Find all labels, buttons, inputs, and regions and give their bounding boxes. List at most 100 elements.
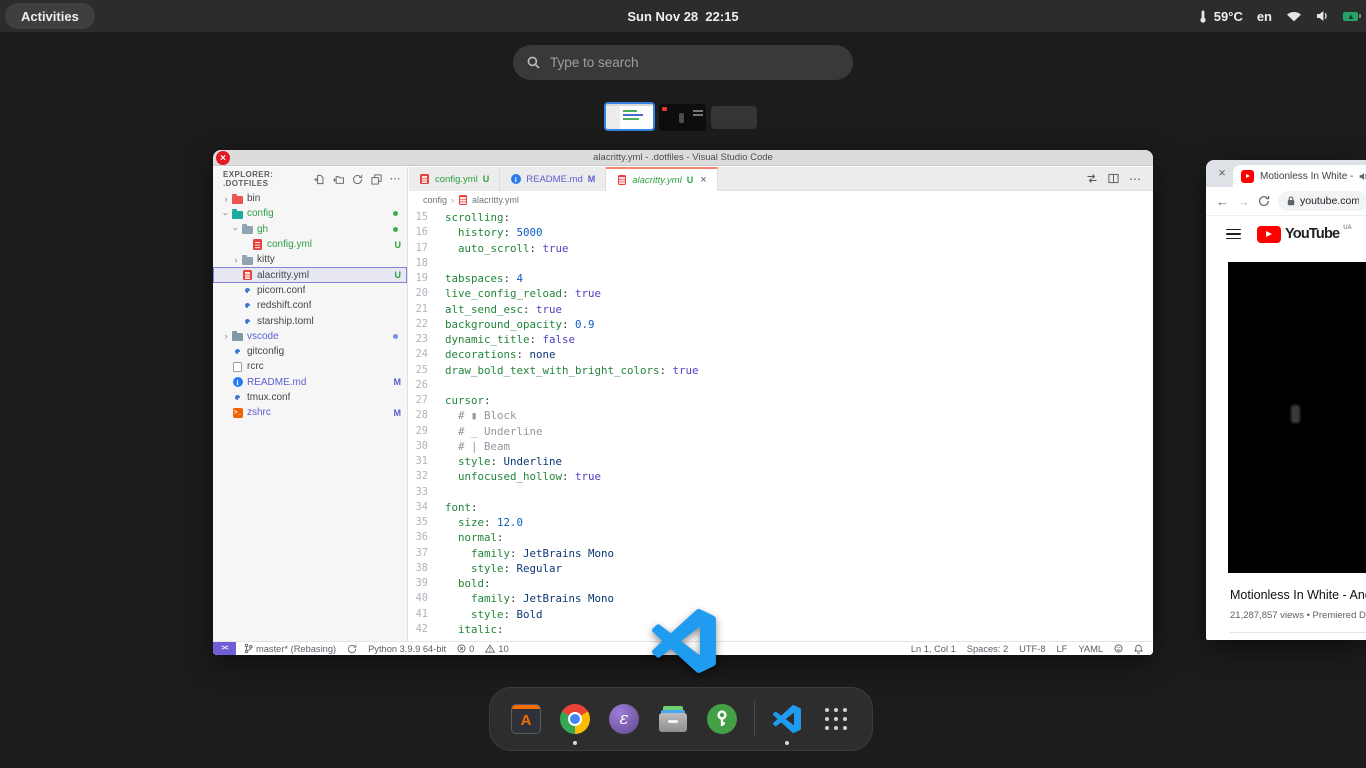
- dock-item-emacs[interactable]: ε: [607, 702, 641, 736]
- reload-icon[interactable]: [1258, 195, 1270, 207]
- activities-button[interactable]: Activities: [5, 3, 95, 29]
- tree-item-kitty[interactable]: ›kitty: [213, 252, 407, 267]
- breadcrumb-file[interactable]: alacritty.yml: [472, 195, 519, 205]
- menu-icon[interactable]: [1226, 229, 1241, 240]
- youtube-region-label: UA: [1343, 225, 1351, 231]
- sync-icon: [347, 644, 357, 654]
- tree-item-tmux.conf[interactable]: tmux.conf: [213, 390, 407, 405]
- status-item-warning[interactable]: 10: [485, 644, 508, 654]
- vscode-icon: [773, 705, 801, 733]
- address-bar[interactable]: youtube.com/wa: [1278, 191, 1366, 211]
- more-icon[interactable]: ⋯: [389, 173, 401, 185]
- line-text: live_config_reload: true: [445, 286, 601, 301]
- system-status-area[interactable]: 59°C en ▲: [1197, 0, 1358, 32]
- dock-item-chrome[interactable]: [558, 702, 592, 736]
- youtube-favicon: [1241, 170, 1254, 183]
- status-item-git-branch[interactable]: master* (Rebasing): [244, 643, 336, 654]
- vscode-window[interactable]: alacritty.yml - .dotfiles - Visual Studi…: [213, 150, 1153, 655]
- line-text: # ▮ Block: [445, 408, 517, 423]
- status-item[interactable]: LF: [1057, 644, 1068, 654]
- back-icon[interactable]: ←: [1216, 194, 1229, 209]
- workspace-thumbnail-3[interactable]: [711, 106, 757, 129]
- status-item-error[interactable]: 0: [457, 644, 474, 654]
- new-folder-icon[interactable]: [332, 173, 344, 185]
- tree-item-vscode[interactable]: ›vscode: [213, 329, 407, 344]
- code-editor[interactable]: 15scrolling:16 history: 500017 auto_scro…: [409, 210, 1153, 641]
- forward-icon[interactable]: →: [1237, 194, 1250, 209]
- dock-item-app-grid[interactable]: [819, 702, 853, 736]
- line-text: draw_bold_text_with_bright_colors: true: [445, 363, 699, 378]
- workspace-thumbnail-1[interactable]: [604, 102, 655, 131]
- line-text: tabspaces: 4: [445, 271, 523, 286]
- split-editor-icon[interactable]: [1108, 173, 1119, 184]
- remote-indicator[interactable]: ><: [213, 642, 236, 656]
- tree-item-config.yml[interactable]: config.ymlU: [213, 237, 407, 252]
- clock[interactable]: Sun Nov 28 22:15: [627, 9, 738, 24]
- tree-item-README.md[interactable]: iREADME.mdM: [213, 375, 407, 390]
- breadcrumb-folder[interactable]: config: [423, 195, 447, 205]
- tree-item-zshrc[interactable]: >_zshrcM: [213, 405, 407, 420]
- tab-README.md[interactable]: iREADME.mdM: [500, 167, 606, 191]
- tab-config.yml[interactable]: config.ymlU: [409, 167, 500, 191]
- dock-item-passwords[interactable]: [705, 702, 739, 736]
- open-changes-icon[interactable]: [1086, 173, 1098, 184]
- error-icon: [457, 644, 466, 653]
- dock-item-vscode[interactable]: [770, 702, 804, 736]
- dock-item-alacritty[interactable]: A: [509, 702, 543, 736]
- status-item[interactable]: Spaces: 2: [967, 644, 1008, 654]
- new-file-icon[interactable]: [313, 173, 325, 185]
- tree-item-picom.conf[interactable]: picom.conf: [213, 283, 407, 298]
- yaml-icon: [241, 269, 254, 281]
- tree-item-config[interactable]: ›config: [213, 206, 407, 221]
- tree-item-bin[interactable]: ›bin: [213, 191, 407, 206]
- status-item[interactable]: Python 3.9.9 64-bit: [368, 644, 446, 654]
- keyboard-layout-indicator[interactable]: en: [1257, 9, 1272, 24]
- workspace-thumbnail-2[interactable]: [659, 104, 706, 131]
- line-text: style: Regular: [445, 561, 562, 576]
- youtube-logo[interactable]: YouTube UA: [1257, 226, 1352, 243]
- status-item[interactable]: YAML: [1078, 644, 1103, 654]
- line-number: 35: [409, 515, 445, 530]
- breadcrumb[interactable]: config › alacritty.yml: [409, 192, 1153, 208]
- code-line: 19tabspaces: 4: [409, 271, 1153, 286]
- lock-icon: [1287, 196, 1295, 206]
- bell-icon: [1134, 644, 1143, 654]
- search-bar[interactable]: [513, 45, 853, 80]
- refresh-icon[interactable]: [351, 173, 363, 185]
- status-item[interactable]: Ln 1, Col 1: [911, 644, 956, 654]
- close-window-button[interactable]: ×: [216, 151, 230, 165]
- search-input[interactable]: [550, 55, 839, 70]
- status-item-bell[interactable]: [1134, 644, 1143, 654]
- status-text: Spaces: 2: [967, 644, 1008, 654]
- status-item-sync[interactable]: [347, 644, 357, 654]
- tree-item-gh[interactable]: ›gh: [213, 222, 407, 237]
- tree-item-rcrc[interactable]: rcrc: [213, 359, 407, 374]
- tree-item-starship.toml[interactable]: starship.toml: [213, 313, 407, 328]
- video-player[interactable]: [1228, 262, 1366, 573]
- chrome-close-button[interactable]: ×: [1214, 165, 1230, 181]
- tree-item-gitconfig[interactable]: gitconfig: [213, 344, 407, 359]
- chrome-window[interactable]: × Motionless In White - ← → youtube.com/…: [1206, 160, 1366, 640]
- vscode-app-icon[interactable]: [652, 609, 716, 673]
- status-item-feedback[interactable]: [1114, 644, 1123, 653]
- status-left: master* (Rebasing) Python 3.9.9 64-bit 0 10: [236, 643, 509, 654]
- dock-item-files[interactable]: [656, 702, 690, 736]
- temperature-value: 59°C: [1214, 9, 1243, 24]
- tree-item-redshift.conf[interactable]: redshift.conf: [213, 298, 407, 313]
- more-actions-icon[interactable]: ⋯: [1129, 172, 1141, 186]
- code-line: 21alt_send_esc: true: [409, 302, 1153, 317]
- chrome-active-tab[interactable]: Motionless In White -: [1233, 165, 1366, 187]
- term-icon: >_: [231, 407, 244, 419]
- collapse-all-icon[interactable]: [370, 173, 382, 185]
- line-number: 21: [409, 302, 445, 317]
- line-number: 24: [409, 347, 445, 362]
- close-tab-icon[interactable]: ×: [700, 174, 706, 186]
- code-line: 18: [409, 256, 1153, 271]
- tab-alacritty.yml[interactable]: alacritty.ymlU×: [606, 167, 717, 191]
- line-text: dynamic_title: false: [445, 332, 575, 347]
- tree-item-label: vscode: [247, 331, 279, 342]
- status-item[interactable]: UTF-8: [1019, 644, 1045, 654]
- tab-audio-icon[interactable]: [1359, 172, 1366, 181]
- tree-item-alacritty.yml[interactable]: alacritty.ymlU: [213, 267, 407, 282]
- code-line: 26: [409, 378, 1153, 393]
